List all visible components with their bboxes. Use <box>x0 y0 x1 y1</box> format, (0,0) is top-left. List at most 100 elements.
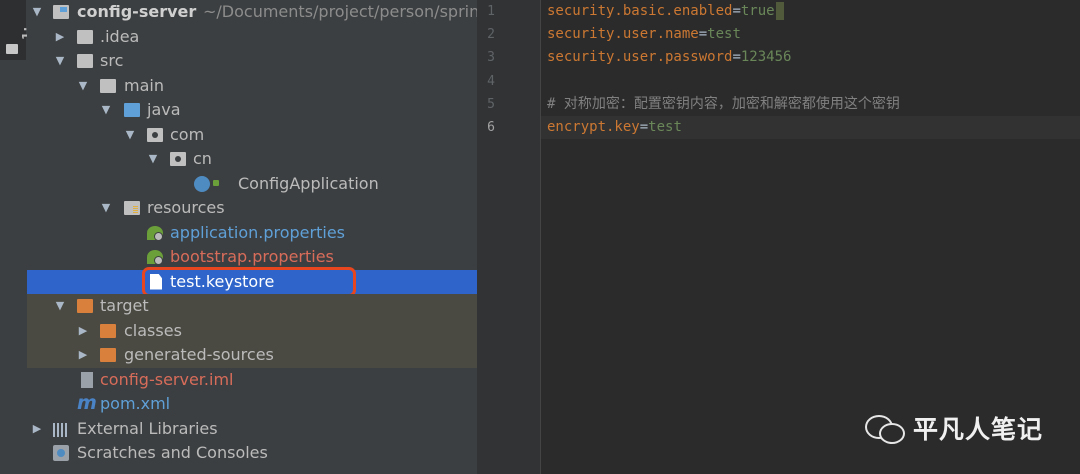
property-key: security.user.password <box>547 49 733 65</box>
tool-window-strip: 1: Pro <box>0 0 48 474</box>
code-editor[interactable]: security.basic.enabled=true security.use… <box>541 0 1080 474</box>
libraries-icon <box>53 422 69 437</box>
tree-label: config-server.iml <box>100 369 234 389</box>
code-line: security.user.name=test <box>547 23 741 46</box>
tree-label: bootstrap.properties <box>170 247 334 266</box>
project-tree: ▼ config-server ~/Documents/project/pers… <box>27 0 477 474</box>
property-value: 123456 <box>740 49 792 65</box>
folder-icon <box>77 29 93 44</box>
tree-node-cn[interactable]: ▼ cn <box>27 147 477 172</box>
excluded-folder-icon <box>100 323 116 338</box>
property-key: security.basic.enabled <box>547 3 733 19</box>
line-number: 4 <box>487 74 495 89</box>
tree-node-src[interactable]: ▼ src <box>27 49 477 74</box>
property-key: security.user.name <box>547 26 699 42</box>
tree-label: cn <box>193 149 212 168</box>
expand-arrow-icon[interactable]: ▼ <box>147 147 159 172</box>
equals-sign: = <box>639 119 649 135</box>
tree-label: .idea <box>100 26 140 46</box>
editor-gutter: 1 2 3 4 5 6 <box>477 0 541 474</box>
comment: # 对称加密：配置密钥内容，加密和解密都使用这个密钥 <box>547 96 900 112</box>
tree-node-idea[interactable]: ▶ .idea <box>27 25 477 50</box>
source-folder-icon <box>124 103 140 117</box>
tree-label: src <box>100 51 124 70</box>
collapsed-arrow-icon[interactable]: ▶ <box>77 319 89 344</box>
code-line: encrypt.key=test <box>547 116 682 139</box>
tree-node-resources[interactable]: ▼ resources <box>27 196 477 221</box>
spring-boot-class-icon <box>194 175 219 192</box>
tree-label: target <box>100 296 149 315</box>
project-tool-tab[interactable]: 1: Pro <box>0 0 48 60</box>
tree-label: ConfigApplication <box>238 173 379 193</box>
expand-arrow-icon[interactable]: ▼ <box>31 0 43 25</box>
collapsed-arrow-icon[interactable]: ▶ <box>31 417 43 442</box>
scratches-icon <box>53 445 69 461</box>
tree-node-application-properties[interactable]: application.properties <box>27 221 477 246</box>
tree-label: classes <box>124 320 182 340</box>
tree-node-scratches[interactable]: Scratches and Consoles <box>27 441 477 466</box>
wechat-icon <box>865 413 905 444</box>
tree-label: Scratches and Consoles <box>77 443 268 462</box>
tree-node-bootstrap-properties[interactable]: bootstrap.properties <box>27 245 477 270</box>
line-number: 1 <box>487 4 495 19</box>
property-value: test <box>648 119 682 135</box>
expand-arrow-icon[interactable]: ▼ <box>77 74 89 99</box>
line-number: 5 <box>487 97 495 112</box>
tree-path: ~/Documents/project/person/sprin <box>203 2 477 21</box>
folder-icon <box>77 54 93 68</box>
tree-label: application.properties <box>170 222 345 242</box>
maven-icon: m <box>77 392 97 414</box>
folder-icon <box>6 44 18 54</box>
tree-node-external-libraries[interactable]: ▶ External Libraries <box>27 417 477 442</box>
tree-label: pom.xml <box>100 394 171 413</box>
collapsed-arrow-icon[interactable]: ▶ <box>77 343 89 368</box>
tree-node-iml[interactable]: config-server.iml <box>27 368 477 393</box>
caret <box>775 2 784 20</box>
tree-label: config-server <box>77 2 197 21</box>
tree-node-root[interactable]: ▼ config-server ~/Documents/project/pers… <box>27 0 477 25</box>
equals-sign: = <box>698 26 708 42</box>
spring-config-icon <box>147 225 163 241</box>
watermark: 平凡人笔记 <box>865 410 1043 446</box>
tree-node-main[interactable]: ▼ main <box>27 74 477 99</box>
code-line: security.user.password=123456 <box>547 46 791 69</box>
line-number: 3 <box>487 50 495 65</box>
tree-node-java[interactable]: ▼ java <box>27 98 477 123</box>
expand-arrow-icon[interactable]: ▼ <box>54 294 66 319</box>
highlight-box <box>142 267 356 297</box>
package-icon <box>170 152 186 166</box>
expand-arrow-icon[interactable]: ▼ <box>100 196 112 221</box>
folder-icon <box>100 78 116 93</box>
tree-label: generated-sources <box>124 345 274 364</box>
package-icon <box>147 127 163 142</box>
spring-config-icon <box>147 250 163 265</box>
tree-node-target[interactable]: ▼ target <box>27 294 477 319</box>
collapsed-arrow-icon[interactable]: ▶ <box>54 25 66 50</box>
tree-label: External Libraries <box>77 418 218 438</box>
tree-label: java <box>147 100 181 119</box>
property-key: encrypt.key <box>547 119 640 135</box>
tree-label: com <box>170 124 205 144</box>
tree-label: main <box>124 75 164 95</box>
tree-node-classes[interactable]: ▶ classes <box>27 318 477 344</box>
tree-node-com[interactable]: ▼ com <box>27 123 477 148</box>
expand-arrow-icon[interactable]: ▼ <box>124 123 136 148</box>
tree-node-config-application[interactable]: ConfigApplication <box>27 172 477 197</box>
module-folder-icon <box>53 5 69 19</box>
excluded-folder-icon <box>77 299 93 313</box>
equals-sign: = <box>732 49 741 65</box>
code-line: security.basic.enabled=true <box>547 0 784 23</box>
line-number: 2 <box>487 27 495 42</box>
equals-sign: = <box>732 3 741 19</box>
tree-node-generated-sources[interactable]: ▶ generated-sources <box>27 343 477 368</box>
line-number: 6 <box>487 120 495 135</box>
property-value: true <box>740 3 775 19</box>
tree-label: resources <box>147 198 225 217</box>
expand-arrow-icon[interactable]: ▼ <box>100 98 112 123</box>
code-line: # 对称加密：配置密钥内容，加密和解密都使用这个密钥 <box>547 93 900 116</box>
iml-file-icon <box>81 371 93 388</box>
expand-arrow-icon[interactable]: ▼ <box>54 49 66 74</box>
excluded-folder-icon <box>100 348 116 362</box>
watermark-text: 平凡人笔记 <box>913 415 1044 444</box>
tree-node-pom[interactable]: m pom.xml <box>27 392 477 417</box>
